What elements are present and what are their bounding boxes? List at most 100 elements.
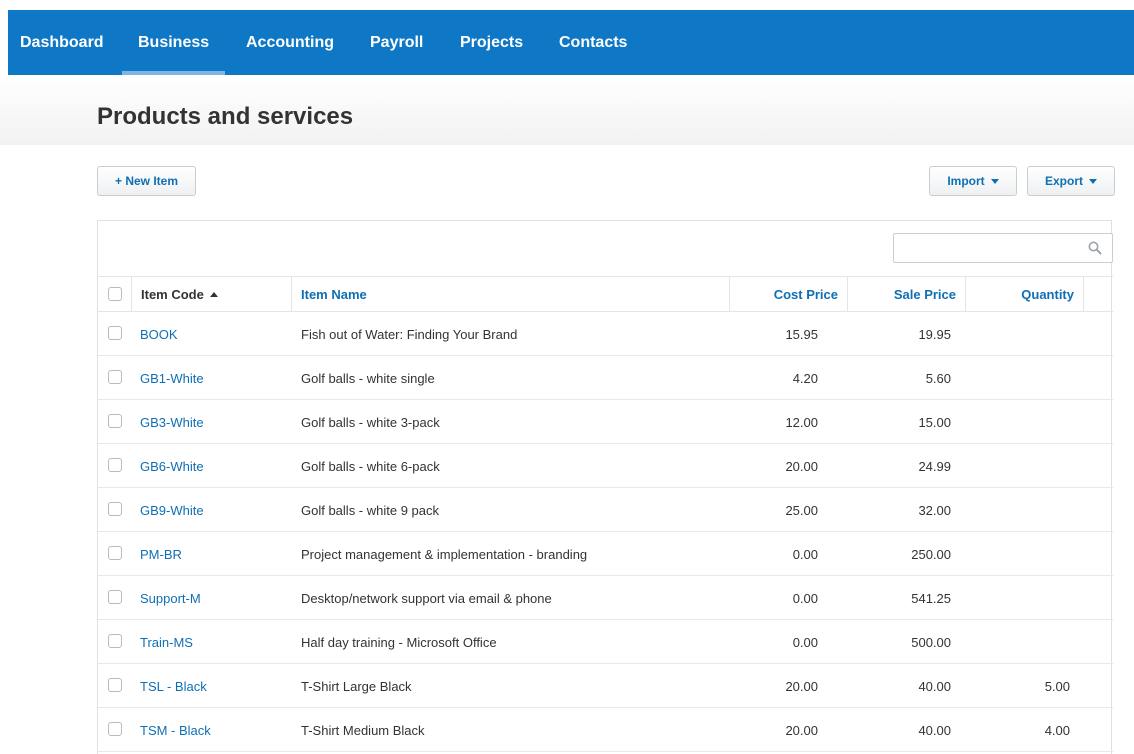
item-code-link[interactable]: GB9-White (140, 488, 204, 532)
column-divider (291, 277, 292, 312)
nav-business[interactable]: Business (122, 10, 226, 75)
row-checkbox[interactable] (108, 458, 122, 472)
table-row[interactable]: TSM - Black T-Shirt Medium Black 20.00 40.0… (98, 708, 1113, 752)
table-row[interactable]: BOOK Fish out of Water: Finding Your Bran… (98, 312, 1113, 356)
sale-price-cell: 40.00 (918, 678, 951, 694)
quantity-cell (965, 444, 1070, 488)
nav-payroll[interactable]: Payroll (370, 10, 423, 75)
item-name-cell: Golf balls - white 6-pack (301, 458, 440, 474)
row-checkbox[interactable] (108, 414, 122, 428)
quantity-cell (965, 400, 1070, 444)
sale-price-cell: 250.00 (911, 546, 951, 562)
cost-price-cell: 4.20 (792, 370, 818, 386)
sale-price-cell: 500.00 (911, 634, 951, 650)
item-code-link[interactable]: TSL - Black (140, 664, 207, 708)
item-code-link[interactable]: BOOK (140, 312, 178, 356)
cost-price-cell: 25.00 (785, 502, 818, 518)
new-item-button[interactable]: + New Item (97, 166, 196, 196)
quantity-cell (965, 576, 1070, 620)
item-code-link[interactable]: TSM - Black (140, 708, 211, 752)
table-header: Item Code Item Name Cost Price Sale Pric… (98, 276, 1113, 312)
caret-down-icon (990, 178, 999, 184)
export-label: Export (1044, 174, 1083, 188)
sort-ascending-icon (209, 292, 218, 297)
table-row[interactable]: Train-MS Half day training - Microsoft Of… (98, 620, 1113, 664)
products-table-panel: Item Code Item Name Cost Price Sale Pric… (97, 220, 1113, 754)
item-name-cell: Project management & implementation - br… (301, 546, 588, 562)
item-name-cell: T-Shirt Medium Black (301, 722, 425, 738)
title-band: Products and services (0, 75, 1134, 145)
cost-price-cell: 0.00 (792, 634, 818, 650)
column-divider (131, 277, 132, 312)
cost-price-cell: 20.00 (785, 678, 818, 694)
row-checkbox[interactable] (108, 502, 122, 516)
item-code-link[interactable]: GB1-White (140, 356, 204, 400)
cost-price-cell: 0.00 (792, 590, 818, 606)
cost-price-cell: 15.95 (785, 326, 818, 342)
page-title: Products and services (97, 103, 354, 130)
table-row[interactable]: TSL - Black T-Shirt Large Black 20.00 40.00… (98, 664, 1113, 708)
column-header-sale-price[interactable]: Sale Price (847, 277, 956, 312)
export-button[interactable]: Export (1027, 166, 1115, 196)
sale-price-cell: 19.95 (918, 326, 951, 342)
column-header-item-name[interactable]: Item Name (301, 277, 367, 312)
caret-down-icon (1089, 178, 1097, 184)
table-row[interactable]: Support-M Desktop/network support via ema… (98, 576, 1113, 620)
nav-projects[interactable]: Projects (460, 10, 523, 75)
cost-price-cell: 20.00 (785, 458, 818, 474)
sale-price-cell: 15.00 (918, 414, 951, 430)
sale-price-cell: 32.00 (918, 502, 951, 518)
column-header-quantity[interactable]: Quantity (965, 277, 1074, 312)
item-name-cell: Golf balls - white 9 pack (301, 502, 440, 518)
quantity-cell (965, 620, 1070, 664)
row-checkbox[interactable] (108, 590, 122, 604)
quantity-cell: 4.00 (1044, 722, 1070, 738)
item-code-link[interactable]: GB6-White (140, 444, 204, 488)
quantity-cell (965, 532, 1070, 576)
quantity-cell (965, 312, 1070, 356)
item-name-cell: Half day training - Microsoft Office (301, 634, 497, 650)
item-code-link[interactable]: GB3-White (140, 400, 204, 444)
sale-price-cell: 24.99 (918, 458, 951, 474)
table-row[interactable]: GB1-White Golf balls - white single 4.20 5.… (98, 356, 1113, 400)
table-row[interactable]: GB3-White Golf balls - white 3-pack 12.00 1… (98, 400, 1113, 444)
item-name-cell: Golf balls - white 3-pack (301, 414, 440, 430)
nav-accounting[interactable]: Accounting (246, 10, 334, 75)
import-button[interactable]: Import (929, 166, 1017, 196)
row-checkbox[interactable] (108, 546, 122, 560)
item-code-link[interactable]: PM-BR (140, 532, 182, 576)
select-all-checkbox[interactable] (108, 287, 122, 301)
top-nav: Dashboard Business Accounting Payroll Pr… (8, 10, 1134, 75)
cost-price-cell: 12.00 (785, 414, 818, 430)
item-name-cell: Golf balls - white single (301, 370, 435, 386)
table-row[interactable]: GB9-White Golf balls - white 9 pack 25.00 3… (98, 488, 1113, 532)
search-input[interactable] (893, 233, 1113, 263)
table-row[interactable]: GB6-White Golf balls - white 6-pack 20.00 2… (98, 444, 1113, 488)
column-header-label: Item Code (141, 287, 204, 302)
quantity-cell (965, 488, 1070, 532)
quantity-cell (965, 356, 1070, 400)
column-divider (1083, 277, 1084, 312)
new-item-label: + New Item (114, 174, 179, 188)
quantity-cell: 5.00 (1044, 678, 1070, 694)
nav-contacts[interactable]: Contacts (559, 10, 627, 75)
sale-price-cell: 541.25 (911, 590, 951, 606)
row-checkbox[interactable] (108, 326, 122, 340)
column-header-item-code[interactable]: Item Code (141, 277, 218, 312)
nav-dashboard[interactable]: Dashboard (20, 10, 104, 75)
row-checkbox[interactable] (108, 722, 122, 736)
search-icon[interactable] (1088, 241, 1102, 255)
row-checkbox[interactable] (108, 634, 122, 648)
sale-price-cell: 40.00 (918, 722, 951, 738)
cost-price-cell: 0.00 (792, 546, 818, 562)
cost-price-cell: 20.00 (785, 722, 818, 738)
sale-price-cell: 5.60 (925, 370, 951, 386)
item-code-link[interactable]: Train-MS (140, 620, 193, 664)
item-name-cell: Fish out of Water: Finding Your Brand (301, 326, 518, 342)
item-name-cell: Desktop/network support via email & phon… (301, 590, 552, 606)
item-code-link[interactable]: Support-M (140, 576, 201, 620)
row-checkbox[interactable] (108, 678, 122, 692)
row-checkbox[interactable] (108, 370, 122, 384)
column-header-cost-price[interactable]: Cost Price (729, 277, 838, 312)
table-row[interactable]: PM-BR Project management & implementation… (98, 532, 1113, 576)
